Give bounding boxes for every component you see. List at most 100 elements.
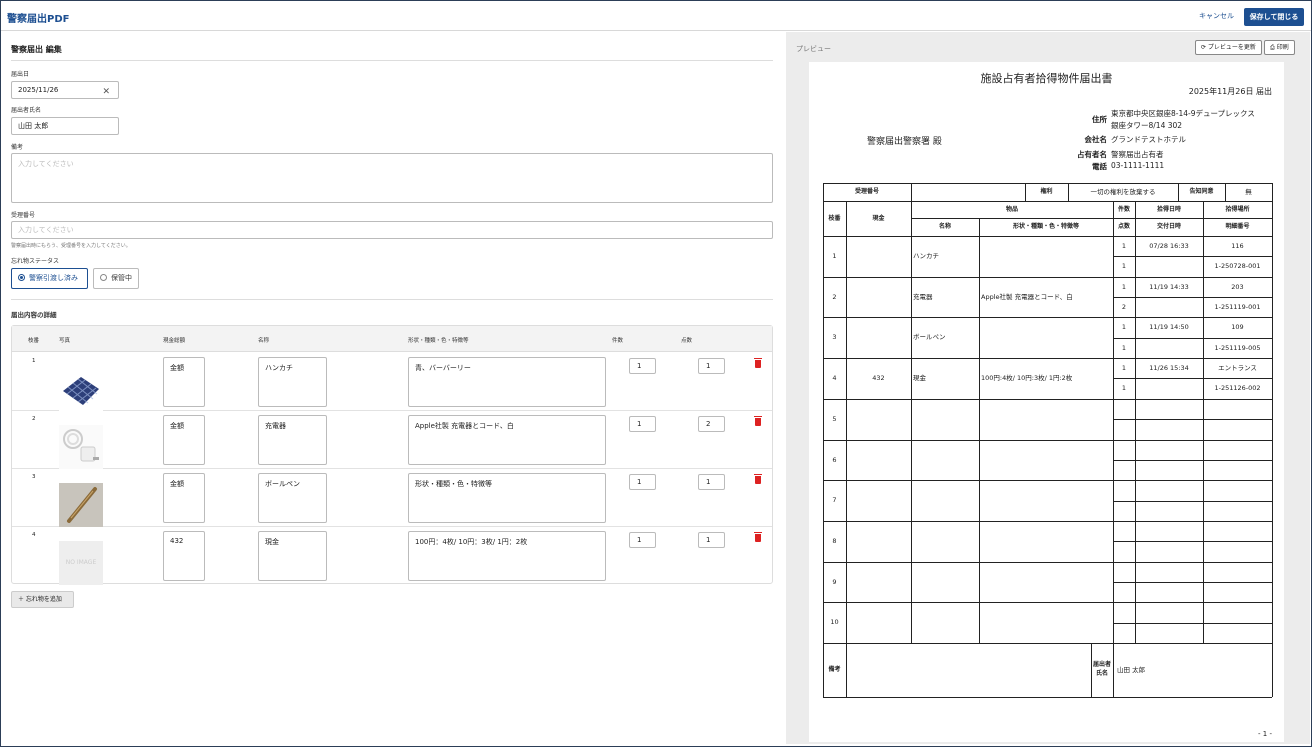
table-row: 4 NO IMAGE 432 現金 100円：4枚/ 10円：3枚/ 1円：2枚… [12, 527, 772, 585]
date-field[interactable]: 2025/11/26 ✕ [11, 81, 119, 99]
desc-input[interactable]: 100円：4枚/ 10円：3枚/ 1円：2枚 [408, 531, 606, 581]
name-input[interactable]: 充電器 [258, 415, 327, 465]
notice-value: 無 [1245, 188, 1252, 196]
column-header: 件数 [612, 338, 624, 344]
row-detail: 1-251126-002 [1214, 384, 1261, 393]
app-title: 警察届出PDF [7, 14, 70, 25]
count-input[interactable]: 1 [629, 532, 656, 548]
table-line [823, 602, 1272, 604]
row-number: 8 [832, 536, 837, 545]
item-photo-placeholder[interactable]: NO IMAGE [59, 541, 103, 585]
status-option-delivered[interactable]: 警察引渡し済み [11, 268, 88, 289]
radio-icon [100, 273, 107, 281]
row-detail: 1-251119-005 [1214, 343, 1261, 352]
editor-pane: 警察届出 編集 届出日 2025/11/26 ✕ 届出者氏名 山田 太郎 備考 … [1, 32, 782, 744]
points-input[interactable]: 1 [698, 474, 725, 490]
cash-input[interactable]: 金額 [163, 357, 205, 407]
row-name: 充電器 [913, 292, 933, 301]
delete-icon[interactable] [754, 474, 762, 484]
cancel-button[interactable]: キャンセル [1199, 11, 1234, 21]
tel-key: 電話 [1092, 162, 1107, 171]
item-photo-handkerchief[interactable] [59, 367, 103, 411]
row-cash [846, 277, 911, 318]
table-line [1113, 541, 1272, 543]
desc-input[interactable]: 形状・種類・色・特徴等 [408, 473, 606, 523]
count-input[interactable]: 1 [629, 474, 656, 490]
row-number: 4 [32, 532, 36, 538]
notice-header: 告知同意 [1189, 188, 1214, 195]
table-line [1113, 419, 1272, 421]
row-count: 1 [1121, 364, 1127, 373]
delete-icon[interactable] [754, 358, 762, 368]
address-value-2: 銀座タワー8/14 302 [1111, 121, 1183, 130]
table-line [823, 439, 1272, 441]
points-input[interactable]: 1 [698, 532, 725, 548]
preview-pane: プレビュー ⟳ プレビューを更新 ⎙ 印刷 施設占有者拾得物件届出書 2025年… [786, 32, 1310, 744]
item-photo-pen[interactable] [59, 483, 103, 527]
name-input[interactable]: ボールペン [258, 473, 327, 523]
company-key: 会社名 [1084, 135, 1108, 144]
row-number: 5 [832, 414, 837, 423]
row-issue [1135, 378, 1203, 398]
row-date: 07/28 16:33 [1149, 242, 1189, 250]
remarks-label: 備考 [11, 144, 24, 151]
owner-key: 占有者名 [1077, 150, 1107, 159]
table-line [823, 561, 1272, 563]
row-count: 1 [1121, 323, 1127, 332]
document-title: 施設占有者拾得物件届出書 [980, 72, 1113, 85]
row-detail: 1-250728-001 [1214, 262, 1261, 271]
date-value: 2025/11/26 [18, 86, 59, 94]
points-input[interactable]: 2 [698, 416, 725, 432]
row-number: 1 [32, 358, 36, 364]
row-desc: 100円:4枚/ 10円:3枚/ 1円:2枚 [981, 374, 1073, 383]
name-field[interactable]: 山田 太郎 [11, 117, 119, 135]
row-number: 10 [830, 618, 839, 627]
receipt-help: 警察届出時にもらう、受理番号を入力してください。 [11, 243, 131, 249]
document-addressee: 警察届出警察署 殿 [867, 137, 942, 147]
row-detail: 1-251119-001 [1214, 303, 1261, 312]
status-option-label: 保管中 [111, 274, 132, 282]
row-desc [979, 317, 1113, 358]
remarks-field[interactable]: 入力してください [11, 153, 773, 203]
cash-input[interactable]: 金額 [163, 473, 205, 523]
table-line [1113, 459, 1272, 461]
status-label: 忘れ物ステータス [11, 258, 60, 265]
row-desc [979, 236, 1113, 277]
items-table: 枝番 写真 現金総額 名称 形状・種類・色・特徴等 件数 点数 1 金額 ハンカ… [11, 325, 773, 585]
top-bar: 警察届出PDF キャンセル 保存して閉じる [1, 1, 1311, 31]
page-number: - 1 - [1258, 730, 1272, 738]
details-title: 届出内容の詳細 [11, 311, 57, 319]
add-item-button[interactable]: ＋ 忘れ物を追加 [11, 591, 74, 608]
cash-input[interactable]: 金額 [163, 415, 205, 465]
issue-header: 交付日時 [1156, 223, 1181, 230]
clear-icon[interactable]: ✕ [102, 84, 110, 100]
receipt-field[interactable]: 入力してください [11, 221, 773, 239]
cash-input[interactable]: 432 [163, 531, 205, 581]
row-points: 1 [1121, 384, 1127, 393]
count-input[interactable]: 1 [629, 416, 656, 432]
delete-icon[interactable] [754, 416, 762, 426]
count-input[interactable]: 1 [629, 358, 656, 374]
points-input[interactable]: 1 [698, 358, 725, 374]
desc-input[interactable]: Apple社製 充電器とコード、白 [408, 415, 606, 465]
row-number: 4 [832, 374, 837, 383]
row-place: 203 [1231, 282, 1244, 291]
delete-icon[interactable] [754, 532, 762, 542]
item-photo-charger[interactable] [59, 425, 103, 469]
name-input[interactable]: 現金 [258, 531, 327, 581]
name-input[interactable]: ハンカチ [258, 357, 327, 407]
status-option-stored[interactable]: 保管中 [93, 268, 139, 289]
table-line [1272, 183, 1273, 697]
remarks-key: 備考 [828, 666, 841, 673]
table-line [823, 398, 1272, 400]
refresh-preview-button[interactable]: ⟳ プレビューを更新 [1195, 40, 1262, 55]
desc-input[interactable]: 青、バーバーリー [408, 357, 606, 407]
save-close-button[interactable]: 保存して閉じる [1244, 8, 1304, 26]
row-place: 109 [1231, 323, 1244, 332]
print-button[interactable]: ⎙ 印刷 [1264, 40, 1295, 55]
reporter-key: 届出者氏名 [1092, 661, 1111, 677]
row-points: 1 [1121, 262, 1127, 271]
right-value: 一切の権利を放棄する [1090, 188, 1156, 196]
document-date: 2025年11月26日 届出 [1188, 87, 1272, 96]
status-option-label: 警察引渡し済み [29, 274, 78, 282]
